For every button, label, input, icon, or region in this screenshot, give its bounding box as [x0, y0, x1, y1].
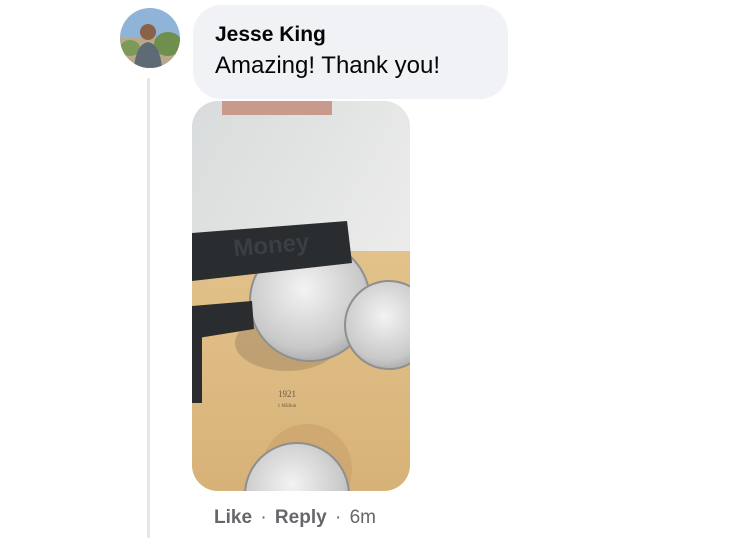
separator: · [260, 507, 267, 528]
comment-photo[interactable]: 1921 1 Million Money [192, 101, 410, 491]
avatar[interactable] [120, 8, 180, 68]
photo-year-label: 1921 [278, 389, 296, 399]
separator: · [334, 507, 342, 528]
comment-text: Amazing! Thank you! [215, 52, 441, 79]
comment-bubble: Jesse King Amazing! Thank you! [193, 5, 508, 99]
photo-mintage-label: 1 Million [278, 404, 297, 409]
reply-button[interactable]: Reply [275, 507, 327, 528]
thread-line [147, 78, 150, 538]
comment-author[interactable]: Jesse King [215, 22, 486, 48]
comment-actions: Like · Reply · 6m [214, 505, 376, 531]
comment-timestamp[interactable]: 6m [350, 507, 376, 528]
like-button[interactable]: Like [214, 507, 252, 528]
comment-thread: Jesse King Amazing! Thank you! 1921 1 Mi… [0, 0, 750, 538]
